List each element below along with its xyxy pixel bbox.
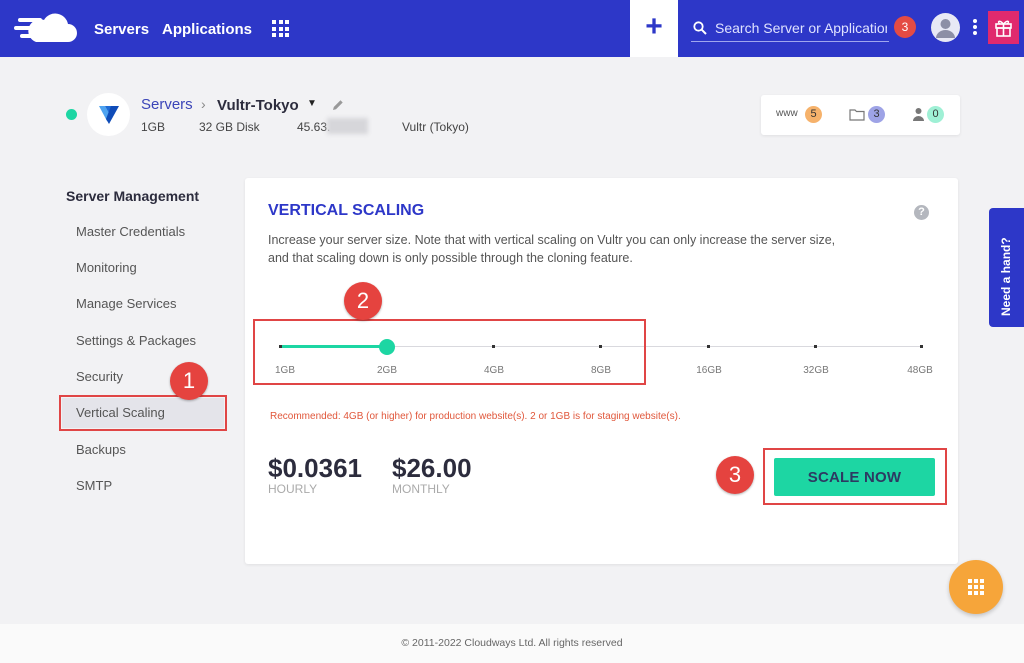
user-avatar-icon[interactable] xyxy=(931,13,960,42)
notification-badge[interactable]: 3 xyxy=(894,16,916,38)
highlight-box-sidebar xyxy=(59,395,227,431)
server-name[interactable]: Vultr-Tokyo xyxy=(217,97,299,114)
slider-tick xyxy=(920,345,923,348)
sidebar-item-master-credentials[interactable]: Master Credentials xyxy=(76,224,185,239)
search-icon xyxy=(693,21,707,35)
edit-pencil-icon[interactable] xyxy=(332,99,344,111)
slider-tick xyxy=(814,345,817,348)
help-icon[interactable]: ? xyxy=(914,205,929,220)
server-stats-card: www 5 3 0 xyxy=(761,95,960,135)
hourly-price: $0.0361 xyxy=(268,453,362,483)
server-status-dot xyxy=(66,109,77,120)
sidebar-item-monitoring[interactable]: Monitoring xyxy=(76,260,137,275)
users-icon xyxy=(913,108,924,121)
folders-count-badge[interactable]: 3 xyxy=(868,106,885,123)
server-ram: 1GB xyxy=(141,120,166,134)
need-a-hand-tab[interactable]: Need a hand? xyxy=(989,208,1024,327)
users-count-badge[interactable]: 0 xyxy=(927,106,944,123)
need-a-hand-label: Need a hand? xyxy=(999,237,1013,316)
breadcrumb-separator-icon: › xyxy=(201,96,206,112)
server-disk: 32 GB Disk xyxy=(199,120,260,134)
search-input[interactable] xyxy=(715,17,887,39)
sidebar-item-security[interactable]: Security xyxy=(76,369,123,384)
sidebar-item-smtp[interactable]: SMTP xyxy=(76,478,112,493)
apps-count-badge[interactable]: 5 xyxy=(805,106,822,123)
recommendation-text: Recommended: 4GB (or higher) for product… xyxy=(270,411,681,422)
sidebar-item-settings-packages[interactable]: Settings & Packages xyxy=(76,333,196,348)
nav-applications-link[interactable]: Applications xyxy=(162,21,252,38)
sidebar-item-manage-services[interactable]: Manage Services xyxy=(76,296,176,311)
search-box xyxy=(691,14,889,42)
top-navbar: Servers Applications + 3 xyxy=(0,0,1024,57)
server-ip: 45.63. xyxy=(297,120,331,134)
sidebar-title: Server Management xyxy=(66,188,200,204)
highlight-box-scale-button xyxy=(763,448,947,505)
apps-grid-icon[interactable] xyxy=(272,20,289,37)
slider-tick xyxy=(707,345,710,348)
callout-badge-2: 2 xyxy=(344,282,382,320)
cloudways-logo-icon[interactable] xyxy=(14,12,78,46)
monthly-label: MONTHLY xyxy=(392,482,450,496)
card-title: VERTICAL SCALING xyxy=(268,202,425,219)
nav-servers-link[interactable]: Servers xyxy=(94,21,149,38)
card-description: Increase your server size. Note that wit… xyxy=(268,233,836,265)
quick-actions-fab-button[interactable] xyxy=(949,560,1003,614)
callout-badge-3: 3 xyxy=(716,456,754,494)
grid-icon xyxy=(968,579,984,595)
gift-icon[interactable] xyxy=(988,11,1019,44)
highlight-box-slider xyxy=(253,319,646,385)
www-icon: www xyxy=(776,108,798,119)
size-option-32gb[interactable]: 32GB xyxy=(796,365,836,376)
server-switch-caret-icon[interactable]: ▼ xyxy=(307,98,317,109)
sidebar-item-backups[interactable]: Backups xyxy=(76,442,126,457)
vultr-logo-icon xyxy=(87,93,130,136)
breadcrumb-servers-link[interactable]: Servers xyxy=(141,96,193,113)
size-option-16gb[interactable]: 16GB xyxy=(689,365,729,376)
ip-redaction xyxy=(327,118,368,134)
size-option-48gb[interactable]: 48GB xyxy=(900,365,940,376)
monthly-price: $26.00 xyxy=(392,453,472,483)
callout-badge-1: 1 xyxy=(170,362,208,400)
folder-icon xyxy=(849,109,865,121)
footer-copyright: © 2011-2022 Cloudways Ltd. All rights re… xyxy=(401,637,623,649)
hourly-label: HOURLY xyxy=(268,482,318,496)
add-button[interactable]: + xyxy=(630,0,678,57)
server-provider: Vultr (Tokyo) xyxy=(402,120,469,134)
more-menu-icon[interactable] xyxy=(972,19,978,37)
